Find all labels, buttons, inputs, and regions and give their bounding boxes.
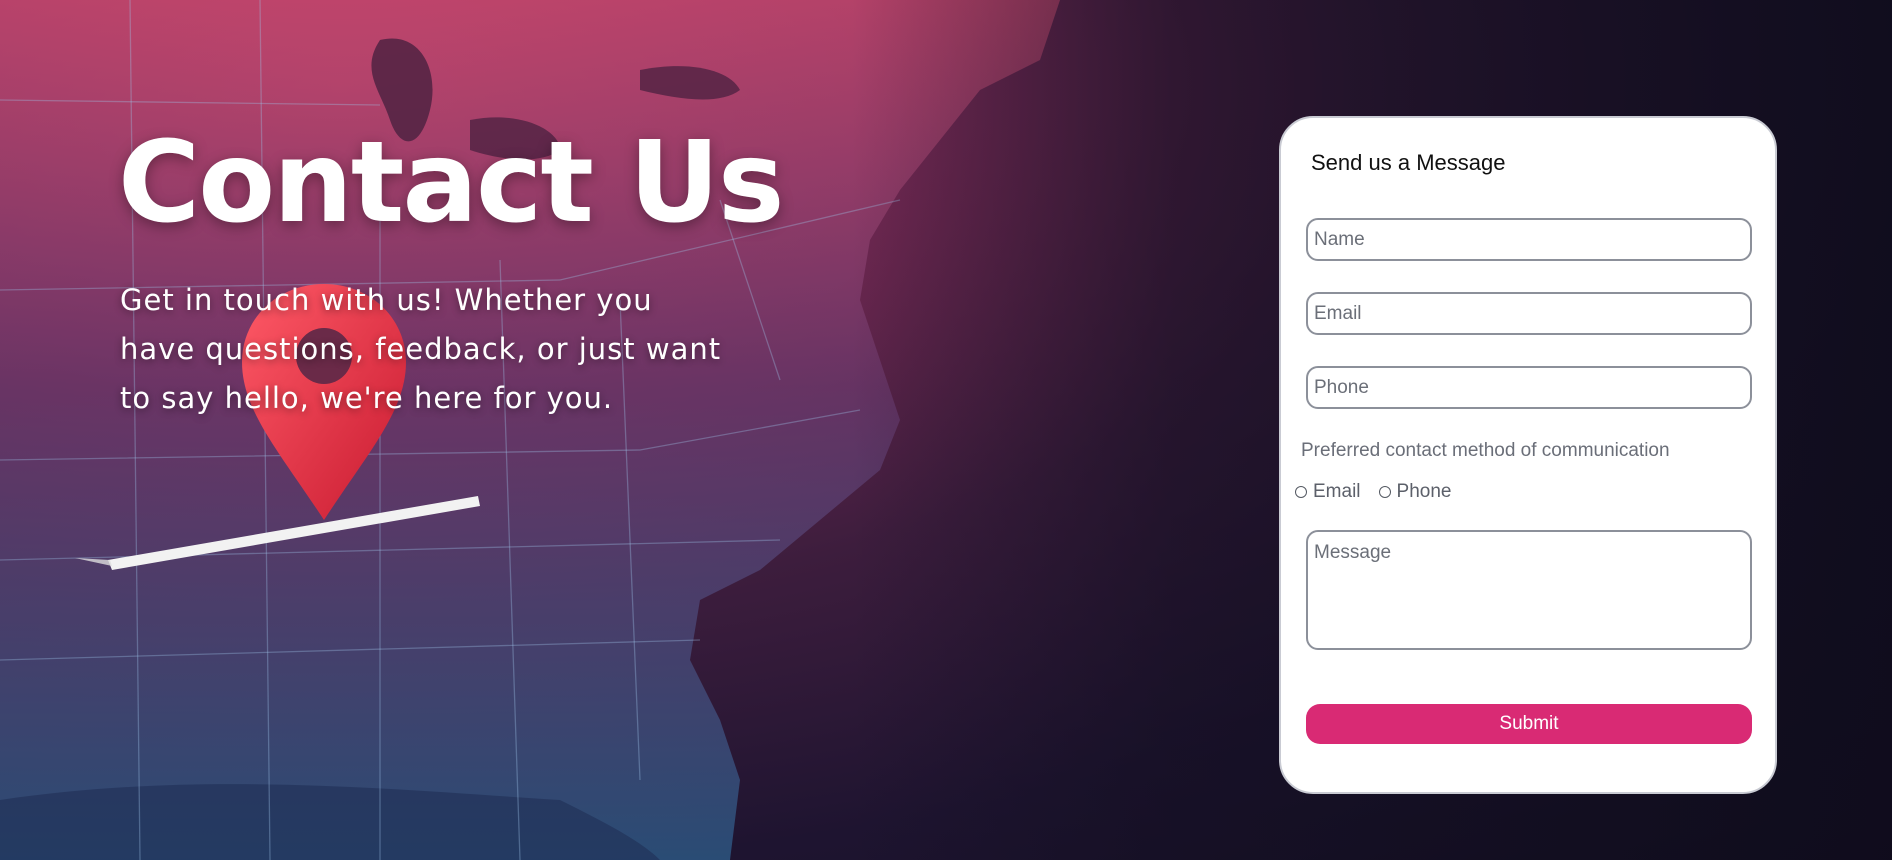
email-input[interactable] xyxy=(1306,292,1752,335)
contact-page: Contact Us Get in touch with us! Whether… xyxy=(0,0,1892,860)
page-subtitle: Get in touch with us! Whether you have q… xyxy=(120,283,722,415)
radio-option-phone[interactable]: Phone xyxy=(1378,481,1452,503)
submit-button[interactable]: Submit xyxy=(1306,704,1752,744)
radio-option-email[interactable]: Email xyxy=(1295,481,1361,503)
contact-method-radio-group: Email Phone xyxy=(1295,481,1469,503)
radio-email-label: Email xyxy=(1313,481,1361,502)
radio-phone-label: Phone xyxy=(1396,481,1452,502)
name-input[interactable] xyxy=(1306,218,1752,261)
form-heading: Send us a Message xyxy=(1311,150,1506,175)
page-title: Contact Us xyxy=(118,118,785,248)
radio-email-button[interactable] xyxy=(1295,486,1307,498)
message-textarea[interactable] xyxy=(1306,530,1752,650)
radio-phone-button[interactable] xyxy=(1378,486,1391,498)
contact-preference-label: Preferred contact method of communicatio… xyxy=(1301,440,1670,461)
phone-input[interactable] xyxy=(1306,366,1752,409)
contact-form: Send us a Message Preferred contact meth… xyxy=(1279,116,1777,794)
